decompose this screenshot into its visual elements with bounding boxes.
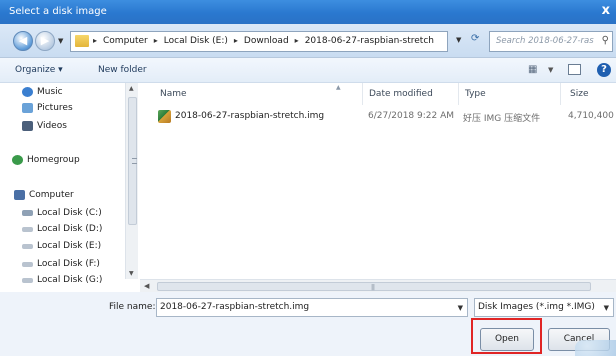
address-bar[interactable]: ▸ Computer ▸ Local Disk (E:) ▸ Download … [70, 31, 448, 52]
nav-item-label: Music [37, 87, 63, 97]
disk-image-file-icon [158, 110, 171, 123]
breadcrumb-separator[interactable]: ▸ [295, 36, 299, 46]
file-name-label: File name: [109, 302, 156, 312]
drive-icon [22, 261, 33, 267]
nav-item-label: Local Disk (F:) [37, 259, 100, 269]
file-list-header: Name ▲ Date modified Type Size [140, 83, 616, 105]
navigation-scrollbar[interactable]: ▲ ▼ [125, 83, 138, 279]
drive-icon [22, 277, 33, 283]
nav-item-local-disk-f[interactable]: Local Disk (F:) [22, 259, 100, 269]
grip-icon [132, 158, 137, 164]
recent-pages-chevron-icon[interactable]: ▼ [58, 37, 63, 45]
watermark-logo [575, 340, 616, 356]
forward-arrow-icon: ▶ [40, 34, 50, 47]
nav-item-label: Computer [29, 190, 74, 200]
file-name: 2018-06-27-raspbian-stretch.img [175, 111, 325, 121]
file-name-chevron-icon[interactable]: ▼ [458, 304, 463, 312]
system-drive-icon [22, 210, 33, 216]
file-type: 好压 IMG 压缩文件 [463, 114, 541, 124]
address-history-chevron-icon[interactable]: ▼ [456, 36, 461, 44]
preview-pane-icon[interactable] [568, 64, 581, 75]
grip-icon: ||| [371, 284, 375, 291]
window-title: Select a disk image [9, 6, 107, 17]
scroll-left-icon[interactable]: ◀ [144, 282, 149, 290]
pictures-icon [22, 103, 33, 113]
column-header-size[interactable]: Size [570, 89, 588, 99]
nav-item-label: Local Disk (D:) [37, 224, 103, 234]
nav-item-label: Local Disk (E:) [37, 241, 102, 251]
nav-item-homegroup[interactable]: Homegroup [12, 155, 80, 165]
column-header-name[interactable]: Name [160, 89, 187, 99]
breadcrumb-raspbian-folder[interactable]: 2018-06-27-raspbian-stretch [305, 36, 434, 46]
new-folder-button[interactable]: New folder [98, 65, 147, 75]
scroll-up-icon[interactable]: ▲ [129, 85, 134, 92]
back-button[interactable]: ◀ [13, 31, 33, 51]
nav-item-label: Videos [37, 121, 67, 131]
navigation-pane: Music Pictures Videos Homegroup Computer… [0, 83, 140, 285]
organize-button[interactable]: Organize ▾ [15, 65, 63, 75]
music-icon [22, 87, 33, 97]
open-button-highlight [471, 318, 542, 354]
breadcrumb-separator[interactable]: ▸ [154, 36, 158, 46]
nav-item-local-disk-c[interactable]: Local Disk (C:) [22, 208, 102, 218]
forward-button[interactable]: ▶ [35, 31, 55, 51]
search-input[interactable]: Search 2018-06-27-ras... ⚲ [489, 31, 613, 52]
file-name-value: 2018-06-27-raspbian-stretch.img [160, 302, 310, 312]
filter-chevron-icon[interactable]: ▼ [604, 304, 609, 312]
drive-icon [22, 226, 33, 232]
column-header-date[interactable]: Date modified [369, 89, 433, 99]
computer-icon [14, 190, 25, 200]
nav-item-label: Pictures [37, 103, 73, 113]
nav-item-videos[interactable]: Videos [22, 121, 67, 131]
nav-item-label: Local Disk (G:) [37, 275, 103, 285]
search-placeholder: Search 2018-06-27-ras... [496, 36, 594, 46]
breadcrumb-separator[interactable]: ▸ [93, 36, 97, 46]
view-options-chevron-icon[interactable]: ▼ [548, 66, 553, 74]
command-bar: Organize ▾ New folder ▦ ▼ ? [0, 58, 616, 83]
help-icon[interactable]: ? [597, 63, 611, 77]
nav-item-local-disk-d[interactable]: Local Disk (D:) [22, 224, 102, 234]
file-date-modified: 6/27/2018 9:22 AM [368, 111, 455, 121]
scrollbar-thumb[interactable] [128, 97, 137, 225]
search-icon[interactable]: ⚲ [602, 35, 609, 46]
file-type-filter-value: Disk Images (*.img *.IMG) [478, 302, 595, 312]
nav-item-computer[interactable]: Computer [14, 190, 74, 200]
breadcrumb-download[interactable]: Download [244, 36, 289, 46]
sort-arrow-icon: ▲ [336, 84, 341, 91]
horizontal-scrollbar[interactable]: ◀ ||| [140, 279, 616, 292]
column-header-type[interactable]: Type [465, 89, 486, 99]
drive-icon [22, 243, 33, 249]
file-size: 4,710,400 ... [568, 111, 616, 121]
address-row: ◀ ▶ ▼ ▸ Computer ▸ Local Disk (E:) ▸ Dow… [0, 24, 616, 58]
nav-item-label: Homegroup [27, 155, 80, 165]
nav-item-label: Local Disk (C:) [37, 208, 102, 218]
file-row[interactable]: 2018-06-27-raspbian-stretch.img 6/27/201… [150, 106, 616, 128]
column-divider[interactable] [458, 83, 459, 105]
nav-item-local-disk-e[interactable]: Local Disk (E:) [22, 241, 101, 251]
homegroup-icon [12, 155, 23, 165]
breadcrumb: ▸ Computer ▸ Local Disk (E:) ▸ Download … [93, 36, 434, 46]
breadcrumb-local-disk-e[interactable]: Local Disk (E:) [164, 36, 228, 46]
nav-item-music[interactable]: Music [22, 87, 63, 97]
folder-icon [75, 35, 89, 47]
file-type-filter[interactable]: Disk Images (*.img *.IMG) ▼ [474, 298, 614, 317]
videos-icon [22, 121, 33, 131]
scroll-down-icon[interactable]: ▼ [129, 270, 134, 277]
scrollbar-thumb[interactable]: ||| [157, 282, 591, 291]
refresh-icon[interactable]: ⟳ [471, 33, 479, 44]
nav-item-local-disk-g[interactable]: Local Disk (G:) [22, 275, 102, 285]
breadcrumb-computer[interactable]: Computer [103, 36, 148, 46]
title-bar: Select a disk image x [0, 0, 616, 24]
back-arrow-icon: ◀ [18, 34, 28, 47]
breadcrumb-separator[interactable]: ▸ [234, 36, 238, 46]
close-icon[interactable]: x [602, 3, 610, 18]
nav-item-pictures[interactable]: Pictures [22, 103, 73, 113]
column-divider[interactable] [362, 83, 363, 105]
column-divider[interactable] [560, 83, 561, 105]
file-name-field[interactable]: 2018-06-27-raspbian-stretch.img ▼ [156, 298, 468, 317]
change-view-icon[interactable]: ▦ [528, 64, 537, 75]
